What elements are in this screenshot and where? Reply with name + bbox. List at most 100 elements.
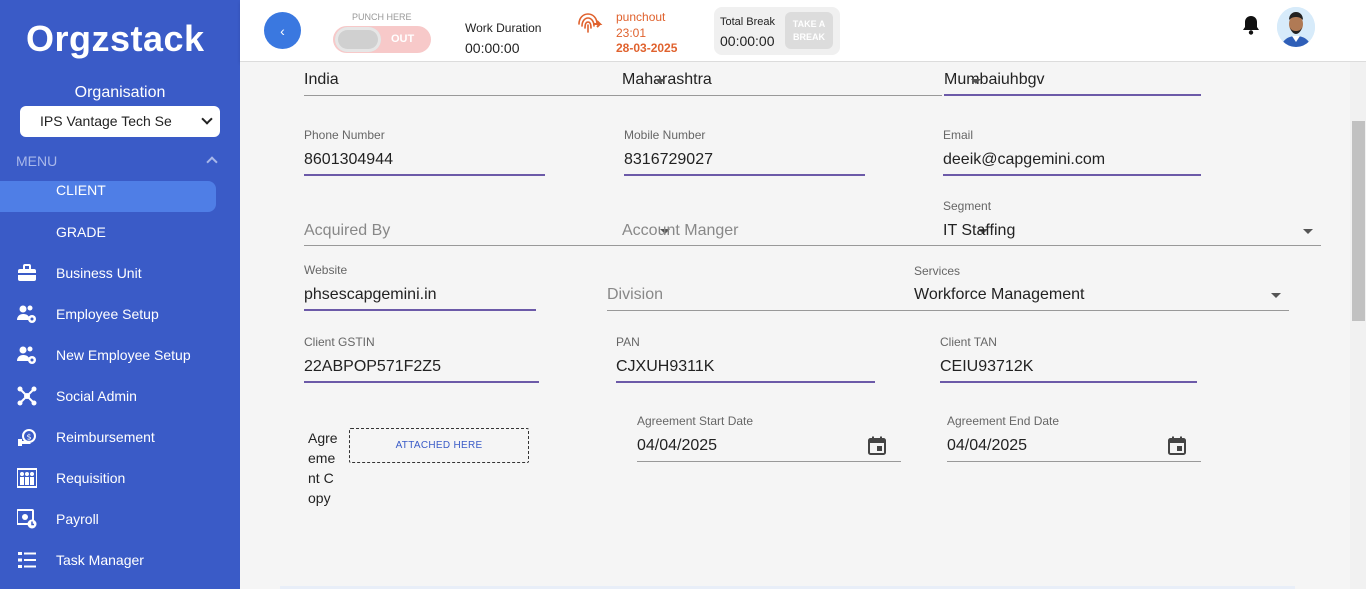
- client-gstin-underline: [304, 381, 539, 383]
- email-label: Email: [943, 128, 974, 142]
- sidebar-item-requisition[interactable]: Requisition: [0, 462, 216, 494]
- chevron-left-icon: ‹: [280, 22, 285, 39]
- pan-field[interactable]: PAN CJXUH9311K: [616, 335, 875, 383]
- client-tan-input[interactable]: CEIU93712K: [940, 358, 1033, 376]
- services-label: Services: [914, 264, 961, 278]
- punchout-time: 23:01: [616, 26, 647, 40]
- pan-input[interactable]: CJXUH9311K: [616, 358, 714, 376]
- app-logo: Orgzstack: [26, 18, 205, 59]
- account-manager-placeholder: Account Manger: [622, 222, 739, 239]
- calendar-icon[interactable]: [867, 436, 887, 456]
- scrollbar-thumb[interactable]: [1352, 121, 1365, 321]
- client-tan-underline: [940, 381, 1197, 383]
- punch-toggle[interactable]: OUT: [333, 26, 431, 53]
- total-break-label: Total Break: [720, 16, 776, 28]
- website-underline: [304, 309, 536, 311]
- bell-icon[interactable]: [1242, 15, 1260, 35]
- sidebar-item-label: Reimbursement: [56, 429, 155, 445]
- people-grid-icon: [16, 468, 38, 488]
- phone-number-field[interactable]: Phone Number 8601304944: [304, 128, 545, 176]
- sidebar-item-label: Requisition: [56, 470, 126, 486]
- segment-underline: [943, 245, 1321, 246]
- main-content: India Maharashtra Mumbaiuhbgv Phone Numb…: [240, 62, 1350, 589]
- calendar-icon[interactable]: [1167, 436, 1187, 456]
- website-input[interactable]: phsescapgemini.in: [304, 286, 437, 304]
- sidebar-item-client[interactable]: CLIENT: [0, 181, 216, 212]
- acquired-by-field[interactable]: Acquired By: [304, 198, 676, 246]
- sidebar-item-social-admin[interactable]: Social Admin: [0, 380, 216, 412]
- phone-number-input[interactable]: 8601304944: [304, 151, 393, 169]
- sidebar-item-label: CLIENT: [56, 182, 106, 198]
- mobile-number-label: Mobile Number: [624, 128, 706, 142]
- agreement-copy-label: Agreement Copy: [308, 430, 338, 506]
- client-tan-field[interactable]: Client TAN CEIU93712K: [940, 335, 1197, 383]
- state-value: Maharashtra: [622, 71, 712, 88]
- sidebar-item-employee-setup[interactable]: Employee Setup: [0, 298, 216, 330]
- agreement-end-date-field[interactable]: Agreement End Date 04/04/2025: [947, 414, 1201, 462]
- services-field[interactable]: Services Workforce Management: [914, 263, 1289, 311]
- client-gstin-label: Client GSTIN: [304, 335, 375, 349]
- take-break-label-line1: TAKE A: [792, 19, 826, 29]
- punchout-label: punchout: [616, 10, 666, 24]
- acquired-by-placeholder: Acquired By: [304, 222, 391, 239]
- state-field[interactable]: Maharashtra: [622, 62, 942, 96]
- segment-field[interactable]: Segment IT Staffing: [943, 198, 1321, 246]
- client-gstin-field[interactable]: Client GSTIN 22ABPOP571F2Z5: [304, 335, 539, 383]
- punch-state-label: OUT: [391, 33, 415, 45]
- city-field[interactable]: Mumbaiuhbgv: [944, 62, 1201, 96]
- pan-label: PAN: [616, 335, 640, 349]
- sidebar-item-new-employee-setup[interactable]: New Employee Setup: [0, 339, 216, 371]
- email-underline: [943, 174, 1201, 176]
- sidebar-item-reimbursement[interactable]: $ Reimbursement: [0, 421, 216, 453]
- website-label: Website: [304, 263, 348, 277]
- client-gstin-input[interactable]: 22ABPOP571F2Z5: [304, 358, 441, 376]
- country-underline: [304, 95, 624, 96]
- users-gear-icon: [16, 345, 38, 365]
- dropdown-caret-icon: [971, 79, 981, 84]
- division-placeholder: Division: [607, 286, 664, 303]
- website-field[interactable]: Website phsescapgemini.in: [304, 263, 536, 311]
- chevron-up-icon[interactable]: [206, 156, 218, 168]
- chevron-down-icon: [201, 113, 213, 125]
- attach-file-button[interactable]: ATTACHED HERE: [349, 428, 529, 463]
- country-field[interactable]: India: [304, 62, 624, 96]
- sidebar-item-business-unit[interactable]: Business Unit: [0, 257, 216, 289]
- vertical-scrollbar[interactable]: [1350, 62, 1366, 589]
- email-input[interactable]: deeik@capgemini.com: [943, 151, 1105, 169]
- sidebar-item-label: New Employee Setup: [56, 347, 191, 363]
- take-break-label-line2: BREAK: [792, 32, 825, 42]
- dropdown-caret-icon: [1271, 293, 1281, 298]
- organisation-label: Organisation: [74, 84, 166, 101]
- acquired-by-underline: [304, 245, 676, 246]
- account-manager-underline: [622, 245, 994, 246]
- sidebar-item-label: Payroll: [56, 511, 99, 527]
- sidebar-item-payroll[interactable]: Payroll: [0, 503, 216, 535]
- client-tan-label: Client TAN: [940, 335, 997, 349]
- mobile-number-input[interactable]: 8316729027: [624, 151, 713, 169]
- menu-label: MENU: [16, 153, 58, 169]
- users-gear-icon: [16, 304, 38, 324]
- user-avatar[interactable]: [1277, 7, 1315, 47]
- sidebar-item-label: Social Admin: [56, 388, 137, 404]
- phone-number-label: Phone Number: [304, 128, 385, 142]
- organisation-select-value: IPS Vantage Tech Se: [40, 113, 172, 129]
- pan-underline: [616, 381, 875, 383]
- dropdown-caret-icon: [655, 79, 665, 84]
- back-button[interactable]: ‹: [264, 12, 301, 49]
- sidebar-item-task-manager[interactable]: Task Manager: [0, 544, 216, 576]
- agreement-start-date-field[interactable]: Agreement Start Date 04/04/2025: [637, 414, 901, 462]
- email-field[interactable]: Email deeik@capgemini.com: [943, 128, 1201, 176]
- list-icon: [16, 550, 38, 570]
- punch-toggle-knob: [335, 27, 381, 52]
- fingerprint-icon: [578, 13, 603, 33]
- organisation-select[interactable]: IPS Vantage Tech Se: [20, 106, 220, 137]
- sidebar-item-grade[interactable]: GRADE: [0, 216, 216, 248]
- total-break-value: 00:00:00: [720, 33, 775, 49]
- mobile-number-field[interactable]: Mobile Number 8316729027: [624, 128, 865, 176]
- account-manager-field[interactable]: Account Manger: [622, 198, 994, 246]
- agreement-end-date-input[interactable]: 04/04/2025: [947, 437, 1027, 455]
- punch-here-label: PUNCH HERE: [352, 12, 412, 22]
- take-break-button[interactable]: TAKE A BREAK: [785, 12, 833, 49]
- top-header: ‹ PUNCH HERE OUT Work Duration 00:00:00 …: [240, 0, 1366, 62]
- agreement-start-date-input[interactable]: 04/04/2025: [637, 437, 717, 455]
